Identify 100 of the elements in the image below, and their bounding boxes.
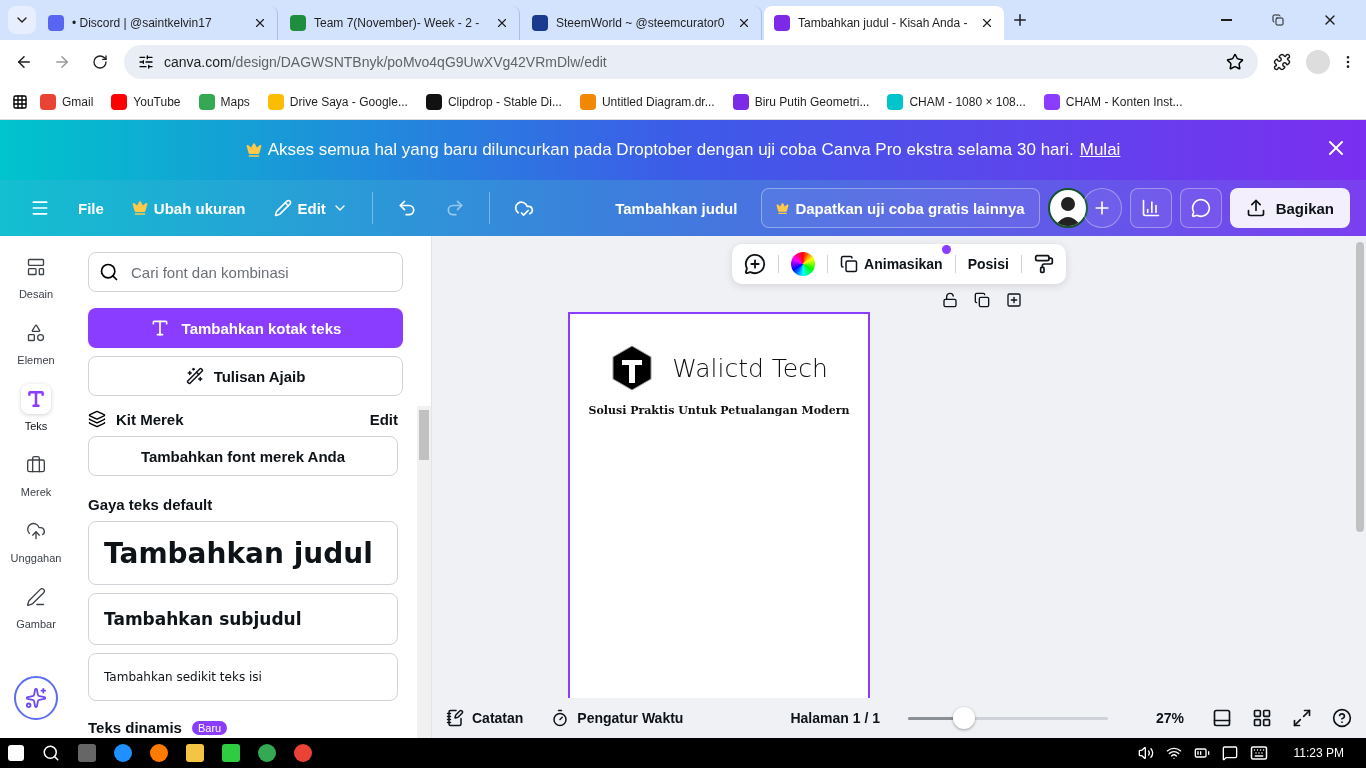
user-avatar-icon[interactable] [1047,188,1088,228]
design-page[interactable]: Walictd Tech Solusi Praktis Untuk Petualangan Modern [568,312,870,698]
magic-sparkle-button[interactable] [14,676,58,720]
zoom-slider[interactable] [907,706,1108,730]
wifi-icon[interactable] [1165,745,1182,761]
browser-tab[interactable]: Tambahkan judul - Kisah Anda - [764,6,1004,40]
search-icon[interactable] [42,744,60,762]
brand-name[interactable]: Walictd Tech [672,353,828,383]
design-title[interactable]: Tambahkan judul [615,199,738,217]
tab-search-button[interactable] [8,6,36,34]
cloud-upload-icon [26,521,46,541]
tagline[interactable]: Solusi Praktis Untuk Petualangan Modern [588,404,850,417]
bookmark-link[interactable]: Gmail [34,89,100,114]
insights-button[interactable] [1129,188,1172,228]
volume-icon[interactable] [1137,745,1154,761]
address-bar[interactable]: canva.com/design/DAGWSNTBnyk/poMvo4qG9UwXVg42VRmDlw/edit [124,45,1258,79]
paint-roller-icon [1033,254,1054,274]
notes-button[interactable]: Catatan [446,709,524,727]
sidebar-item[interactable]: Elemen [4,318,68,366]
fullscreen-icon [1292,708,1312,728]
color-wheel-button[interactable] [791,252,816,276]
fullscreen-button[interactable] [1292,708,1312,728]
unlock-button[interactable] [942,292,958,308]
position-button[interactable]: Posisi [967,256,1009,272]
animate-icon [840,255,859,273]
grid-view-button[interactable] [1252,708,1272,728]
add-text-box-button[interactable]: Tambahkan kotak teks [88,308,403,348]
sidebar-item[interactable]: Desain [4,252,68,300]
bookmark-link[interactable]: Untitled Diagram.dr... [573,89,721,114]
sidebar-item[interactable]: Merek [4,450,68,498]
page-view-button[interactable] [1212,708,1232,728]
shapes-icon [26,323,46,343]
clock-time[interactable]: 11:23 PM [1293,746,1344,760]
minimize-icon [1220,19,1232,21]
bookmark-link[interactable]: Drive Saya - Google... [261,89,414,114]
close-icon[interactable] [980,16,994,30]
bookmark-link[interactable]: CHAM - 1080 × 108... [881,89,1032,114]
layout-icon [26,257,46,277]
search-input[interactable]: Cari font dan kombinasi [129,254,392,290]
bookmark-link[interactable]: Biru Putih Geometri... [726,89,876,114]
slider-thumb[interactable] [952,707,975,729]
scrollbar-thumb[interactable] [419,410,429,460]
edit-link[interactable]: Edit [369,410,398,428]
bookmark-link[interactable]: Clipdrop - Stable Di... [419,89,568,114]
notification-icon[interactable] [1221,745,1238,761]
crown-icon [131,200,148,216]
magic-wand-icon [185,367,204,385]
sidebar-item[interactable]: Teks [4,384,68,432]
grid-icon [1252,708,1272,728]
bookmark-link[interactable]: YouTube [105,89,187,114]
panel-icon [1212,708,1232,728]
animate-button[interactable]: Animasikan [840,255,943,273]
close-icon[interactable] [253,16,267,30]
paint-roller-button[interactable] [1033,254,1054,274]
sidebar-item[interactable]: Unggahan [4,516,68,564]
zoom-percentage[interactable]: 27% [1155,710,1184,726]
comment-icon [1190,198,1211,218]
magic-write-button[interactable]: Tulisan Ajaib [88,356,403,396]
briefcase-icon [26,455,46,475]
text-style-option[interactable]: Tambahkan subjudul [88,593,398,645]
url-text[interactable]: canva.com/design/DAGWSNTBnyk/poMvo4qG9UwXVg42VRmDlw/edit [164,54,607,70]
help-button[interactable] [1332,708,1352,728]
arrow-right-icon [53,53,71,71]
banner-link[interactable]: Mulai [1079,140,1121,160]
add-collaborator-button[interactable] [1081,188,1122,228]
share-button[interactable]: Bagikan [1229,188,1350,228]
timer-icon [551,709,570,727]
comment-plus-icon [744,253,767,275]
add-brand-font-button[interactable]: Tambahkan font merek Anda [88,436,398,476]
help-icon [1332,708,1352,728]
windows-start-icon[interactable] [8,745,24,761]
pen-icon [26,587,46,607]
text-style-option[interactable]: Tambahkan sedikit teks isi [88,653,398,701]
text-style-option[interactable]: Tambahkan judul [88,521,398,585]
apps-grid-icon[interactable] [12,93,28,110]
bookmark-link[interactable]: Maps [192,89,256,114]
bookmark-star-icon[interactable] [1226,53,1244,71]
close-icon[interactable] [737,16,751,30]
site-settings-icon[interactable] [138,54,154,70]
battery-icon[interactable] [1193,745,1210,761]
search-field[interactable]: Cari font dan kombinasi [88,252,403,292]
scrollbar-thumb[interactable] [1356,242,1364,532]
comment-button[interactable] [1179,188,1222,228]
page-indicator: Halaman 1 / 1 [790,710,880,726]
undo-icon [396,198,417,218]
bookmark-link[interactable]: CHAM - Konten Inst... [1037,89,1189,114]
section-heading: Teks dinamis [88,719,182,736]
add-comment-button[interactable] [744,253,767,275]
sparkles-icon [25,687,47,709]
timer-button[interactable]: Pengatur Waktu [551,709,684,727]
keyboard-icon[interactable] [1249,744,1268,762]
bar-chart-icon [1140,198,1161,218]
duplicate-button[interactable] [974,292,990,308]
close-icon[interactable] [495,16,509,30]
add-page-button[interactable] [1006,292,1022,308]
section-heading: Gaya teks default [88,496,213,513]
restore-icon [1272,14,1284,26]
plus-icon [1011,11,1029,29]
free-trial-button[interactable]: Dapatkan uji coba gratis lainnya [761,188,1040,228]
sidebar-item[interactable]: Gambar [4,582,68,630]
